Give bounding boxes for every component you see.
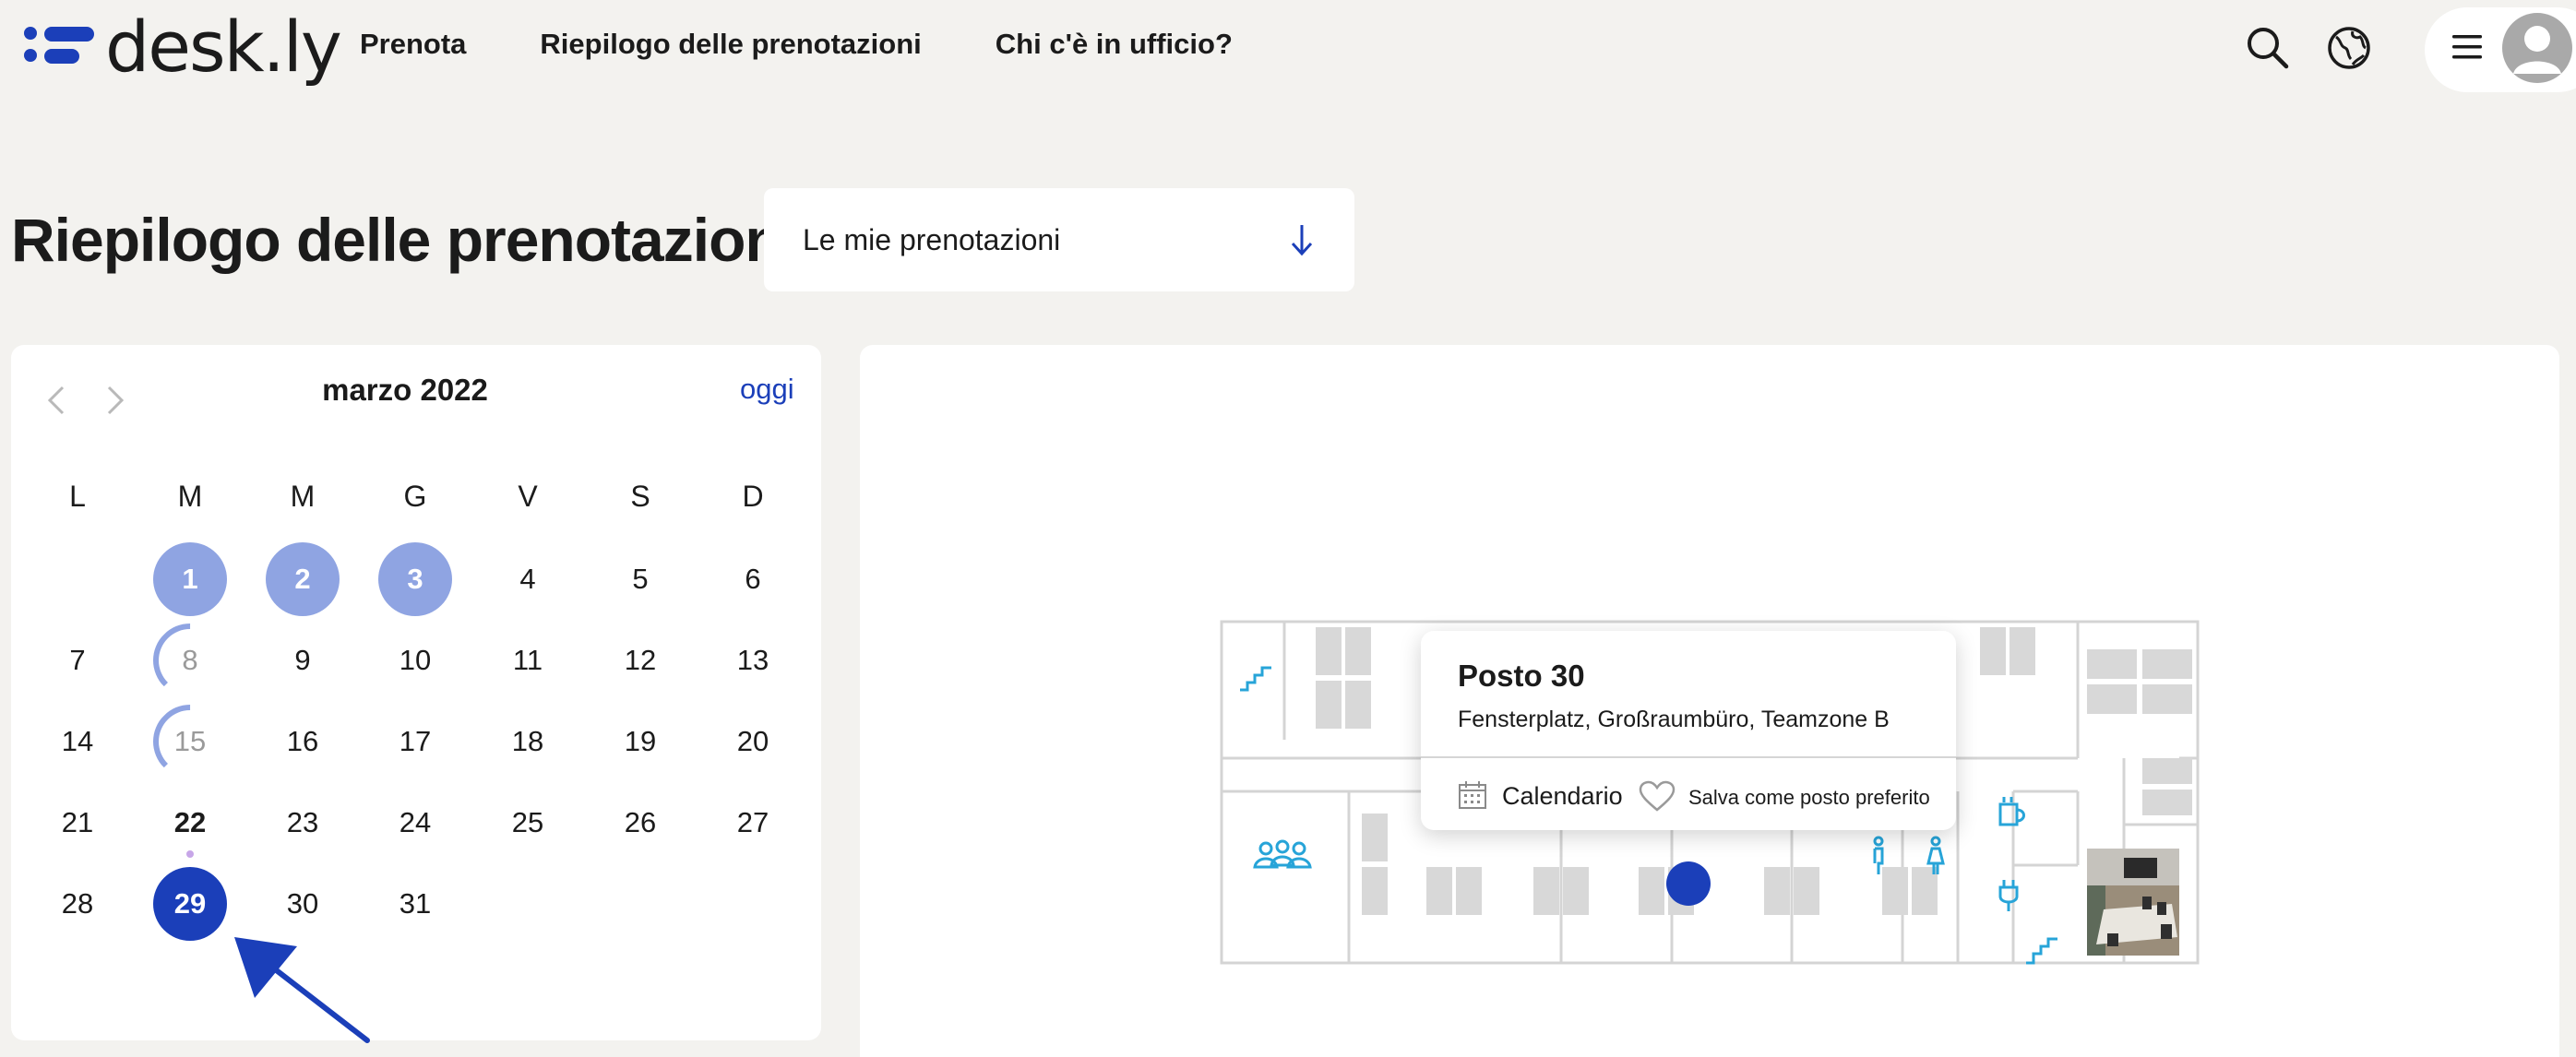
logo[interactable]: desk.ly (24, 6, 342, 88)
annotation-arrow-icon (234, 937, 370, 1043)
weekday-header: D (742, 480, 764, 513)
meeting-room-icon (1253, 839, 1312, 869)
save-favorite-link[interactable]: Salva come posto preferito (1688, 786, 1930, 810)
calendar-day[interactable]: 25 (491, 786, 565, 860)
globe-icon[interactable] (2325, 24, 2373, 72)
weekday-header: M (177, 480, 203, 513)
weekday-header: M (290, 480, 316, 513)
nav-chi-ce[interactable]: Chi c'è in ufficio? (996, 28, 1233, 61)
menu-icon[interactable] (2452, 33, 2482, 61)
calendar-day[interactable]: 15 (153, 705, 227, 778)
stairs-icon (1240, 666, 1271, 692)
seat-popup: Posto 30 Fensterplatz, Großraumbüro, Tea… (1421, 631, 1956, 830)
nav-riepilogo[interactable]: Riepilogo delle prenotazioni (540, 28, 921, 61)
calendar-day[interactable]: 27 (716, 786, 790, 860)
page-title: Riepilogo delle prenotazioni (11, 206, 798, 274)
calendar-day[interactable]: 19 (603, 705, 677, 778)
seat-title: Posto 30 (1458, 659, 1585, 693)
logo-mark-icon (24, 27, 94, 67)
calendar-day[interactable]: 4 (491, 542, 565, 616)
calendar-day[interactable]: 14 (41, 705, 114, 778)
nav-prenota[interactable]: Prenota (360, 28, 466, 61)
calendar-day[interactable]: 20 (716, 705, 790, 778)
search-icon[interactable] (2244, 24, 2292, 72)
calendar-day[interactable]: 13 (716, 624, 790, 697)
weekday-header: L (69, 480, 86, 513)
calendar-day[interactable]: 6 (716, 542, 790, 616)
calendar-day[interactable]: 7 (41, 624, 114, 697)
heart-icon[interactable] (1639, 780, 1676, 812)
arrow-down-icon (1291, 225, 1313, 256)
calendar-day[interactable]: 23 (266, 786, 340, 860)
main-nav: Prenota Riepilogo delle prenotazioni Chi… (360, 28, 1233, 61)
calendar-today-button[interactable]: oggi (740, 373, 794, 406)
calendar-day[interactable]: 29 (153, 867, 227, 941)
calendar-link[interactable]: Calendario (1502, 782, 1623, 811)
calendar-day[interactable]: 24 (378, 786, 452, 860)
popup-divider (1421, 756, 1956, 758)
calendar-day[interactable]: 31 (378, 867, 452, 941)
calendar-day[interactable]: 5 (603, 542, 677, 616)
weekday-header: G (403, 480, 427, 513)
bookings-filter-select[interactable]: Le mie prenotazioni (764, 188, 1354, 291)
calendar-day[interactable]: 3 (378, 542, 452, 616)
calendar-day[interactable]: 22 (153, 786, 227, 860)
today-indicator (186, 850, 194, 858)
bookings-filter-value: Le mie prenotazioni (803, 222, 1061, 256)
calendar-day[interactable]: 26 (603, 786, 677, 860)
calendar-day[interactable]: 9 (266, 624, 340, 697)
calendar-day[interactable]: 16 (266, 705, 340, 778)
calendar-day[interactable]: 8 (153, 624, 227, 697)
seat-description: Fensterplatz, Großraumbüro, Teamzone B (1458, 707, 1890, 732)
calendar-day[interactable]: 11 (491, 624, 565, 697)
calendar-month-label: marzo 2022 (322, 373, 488, 407)
logo-text: desk.ly (105, 6, 342, 88)
meeting-room-photo[interactable] (2087, 849, 2179, 956)
calendar-day[interactable]: 2 (266, 542, 340, 616)
calendar-day[interactable]: 10 (378, 624, 452, 697)
calendar-day[interactable]: 21 (41, 786, 114, 860)
calendar-day[interactable]: 1 (153, 542, 227, 616)
avatar-icon[interactable] (2502, 13, 2572, 83)
calendar-day[interactable]: 17 (378, 705, 452, 778)
calendar-day[interactable]: 12 (603, 624, 677, 697)
calendar-day[interactable]: 28 (41, 867, 114, 941)
weekday-header: S (630, 480, 650, 513)
seat-30-marker[interactable] (1666, 861, 1711, 906)
weekday-header: V (518, 480, 538, 513)
calendar-day[interactable]: 18 (491, 705, 565, 778)
calendar-icon[interactable] (1458, 780, 1487, 810)
